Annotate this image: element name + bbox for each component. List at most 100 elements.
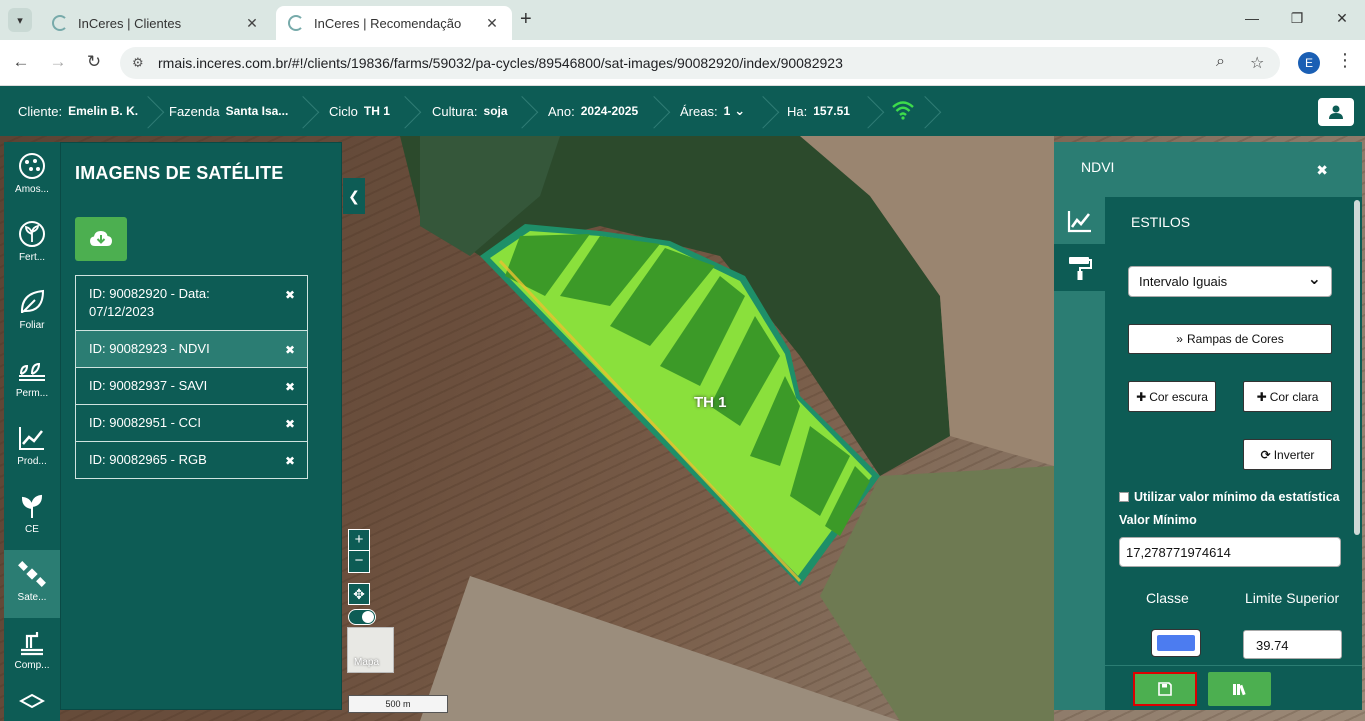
zoom-magnifier-icon[interactable]: ⌕ — [1216, 53, 1225, 71]
upper-limit-input[interactable]: 39.74 — [1243, 630, 1342, 659]
image-item-90082965[interactable]: ID: 90082965 - RGB ✖ — [75, 441, 308, 479]
breadcrumb-separator — [522, 86, 536, 136]
styles-heading: ESTILOS — [1131, 214, 1191, 230]
header-ano[interactable]: Ano: 2024-2025 — [548, 86, 638, 136]
header-ha: Ha: 157.51 — [787, 103, 850, 119]
ndvi-panel-scrollbar[interactable] — [1354, 200, 1360, 535]
new-tab-button[interactable]: + — [520, 8, 532, 31]
browser-tab-bar: ▾ InCeres | Clientes ✕ InCeres | Recomen… — [0, 0, 1365, 40]
tab-chart[interactable] — [1054, 197, 1105, 244]
tool-fertilidade[interactable]: Fert... — [4, 210, 60, 278]
breadcrumb-separator — [654, 86, 668, 136]
paint-roller-icon — [1068, 256, 1092, 280]
module-toolbar: Amos... Fert... Foliar Perm... Prod... C… — [4, 142, 60, 721]
browser-menu-icon[interactable]: ⋮ — [1336, 50, 1354, 71]
plus-icon: ✚ — [1256, 389, 1267, 404]
fertilizer-icon — [19, 221, 45, 247]
field-label-th1: TH 1 — [694, 394, 727, 411]
image-item-90082951[interactable]: ID: 90082951 - CCI ✖ — [75, 404, 308, 442]
remove-image-icon[interactable]: ✖ — [285, 286, 295, 304]
remove-image-icon[interactable]: ✖ — [285, 341, 295, 359]
floppy-disk-icon — [1158, 682, 1172, 696]
forward-arrow-icon[interactable]: → — [47, 52, 69, 72]
restore-icon[interactable]: ❐ — [1287, 10, 1307, 27]
style-library-button[interactable] — [1208, 672, 1271, 706]
image-item-90082920[interactable]: ID: 90082920 - Data: 07/12/2023 ✖ — [75, 275, 308, 331]
tool-amostragem[interactable]: Amos... — [4, 142, 60, 210]
header-areas[interactable]: Áreas: 1 ⌄ — [680, 86, 745, 136]
collapse-panel-button[interactable]: ❮ — [343, 178, 365, 214]
chevron-down-icon: ⌄ — [734, 103, 746, 118]
image-item-label: ID: 90082951 - CCI — [89, 415, 202, 430]
use-min-stat-checkbox[interactable] — [1119, 492, 1129, 502]
chevron-left-icon: ❮ — [348, 187, 360, 204]
satellite-icon — [18, 561, 46, 587]
tool-ce[interactable]: CE — [4, 482, 60, 550]
close-window-icon[interactable]: ✕ — [1332, 10, 1352, 27]
layers-icon — [19, 693, 45, 709]
address-bar[interactable]: ⚙ rmais.inceres.com.br/#!/clients/19836/… — [120, 47, 1280, 79]
remove-image-icon[interactable]: ✖ — [285, 378, 295, 396]
chevron-down-icon: ▾ — [17, 14, 23, 27]
breadcrumb-separator — [868, 86, 882, 136]
leaf-icon — [20, 289, 45, 314]
header-fazenda[interactable]: Fazenda Santa Isa... — [169, 86, 288, 136]
user-menu-button[interactable] — [1318, 98, 1354, 126]
bookmark-star-icon[interactable]: ☆ — [1250, 53, 1264, 73]
light-color-button[interactable]: ✚ Cor clara — [1243, 381, 1332, 412]
remove-image-icon[interactable]: ✖ — [285, 452, 295, 470]
header-cultura[interactable]: Cultura: soja — [432, 86, 508, 136]
classification-method-select[interactable]: Intervalo Iguais — [1128, 266, 1332, 297]
tool-permanente[interactable]: Perm... — [4, 346, 60, 414]
download-button[interactable] — [75, 217, 127, 261]
header-ciclo[interactable]: Ciclo TH 1 — [329, 86, 390, 136]
minimize-icon[interactable]: — — [1242, 10, 1262, 26]
plants-icon — [19, 362, 45, 381]
dark-color-button[interactable]: ✚ Cor escura — [1128, 381, 1216, 412]
tab-list-button[interactable]: ▾ — [8, 8, 32, 32]
browser-tab-clientes[interactable]: InCeres | Clientes ✕ — [40, 6, 272, 40]
inceres-favicon-icon — [52, 15, 68, 31]
image-item-label: ID: 90082920 - Data: 07/12/2023 — [89, 286, 210, 319]
tool-layers[interactable] — [4, 686, 60, 721]
image-item-90082937[interactable]: ID: 90082937 - SAVI ✖ — [75, 367, 308, 405]
url-text: rmais.inceres.com.br/#!/clients/19836/fa… — [158, 55, 843, 71]
use-min-stat-row[interactable]: Utilizar valor mínimo da estatística — [1119, 490, 1340, 504]
back-arrow-icon[interactable]: ← — [10, 52, 32, 72]
upper-limit-column-header: Limite Superior — [1245, 590, 1340, 606]
close-ndvi-icon[interactable]: ✖ — [1316, 162, 1328, 179]
ndvi-side-tabs — [1054, 197, 1105, 710]
sprout-icon — [21, 494, 43, 518]
tool-satelite[interactable]: Sate... — [4, 550, 60, 618]
panel-title: IMAGENS DE SATÉLITE — [75, 163, 284, 183]
satellite-image-list: ID: 90082920 - Data: 07/12/2023 ✖ ID: 90… — [75, 275, 308, 479]
save-button[interactable] — [1133, 672, 1197, 706]
color-ramps-button[interactable]: » Rampas de Cores — [1128, 324, 1332, 354]
tool-foliar[interactable]: Foliar — [4, 278, 60, 346]
close-tab-icon[interactable]: ✕ — [484, 15, 500, 32]
browser-tab-recomendacao[interactable]: InCeres | Recomendação ✕ — [276, 6, 512, 40]
double-chevron-down-icon: » — [1176, 332, 1183, 346]
profile-avatar[interactable]: E — [1298, 52, 1320, 74]
reload-icon[interactable]: ↻ — [83, 52, 105, 72]
basemap-switcher[interactable]: Mapa — [347, 627, 394, 673]
breadcrumb-separator — [763, 86, 777, 136]
class-color-picker[interactable] — [1151, 629, 1201, 657]
min-value-input[interactable]: 17,278771974614 — [1119, 537, 1341, 567]
tool-produtividade[interactable]: Prod... — [4, 414, 60, 482]
close-tab-icon[interactable]: ✕ — [244, 15, 260, 32]
header-cliente[interactable]: Cliente: Emelin B. K. — [18, 86, 138, 136]
zoom-out-button[interactable]: − — [349, 551, 369, 572]
site-settings-icon[interactable]: ⚙ — [132, 55, 144, 71]
map-scale-bar: 500 m — [348, 695, 448, 713]
pan-move-icon[interactable]: ✥ — [348, 583, 370, 605]
zoom-in-button[interactable]: + — [349, 530, 369, 551]
image-item-90082923[interactable]: ID: 90082923 - NDVI ✖ — [75, 330, 308, 368]
invert-button[interactable]: ⟳ Inverter — [1243, 439, 1332, 470]
cloud-download-icon — [90, 231, 112, 246]
tab-styles[interactable] — [1054, 244, 1105, 291]
image-item-label: ID: 90082965 - RGB — [89, 452, 207, 467]
remove-image-icon[interactable]: ✖ — [285, 415, 295, 433]
layer-toggle-switch[interactable] — [348, 609, 376, 625]
tool-compactacao[interactable]: Comp... — [4, 618, 60, 686]
